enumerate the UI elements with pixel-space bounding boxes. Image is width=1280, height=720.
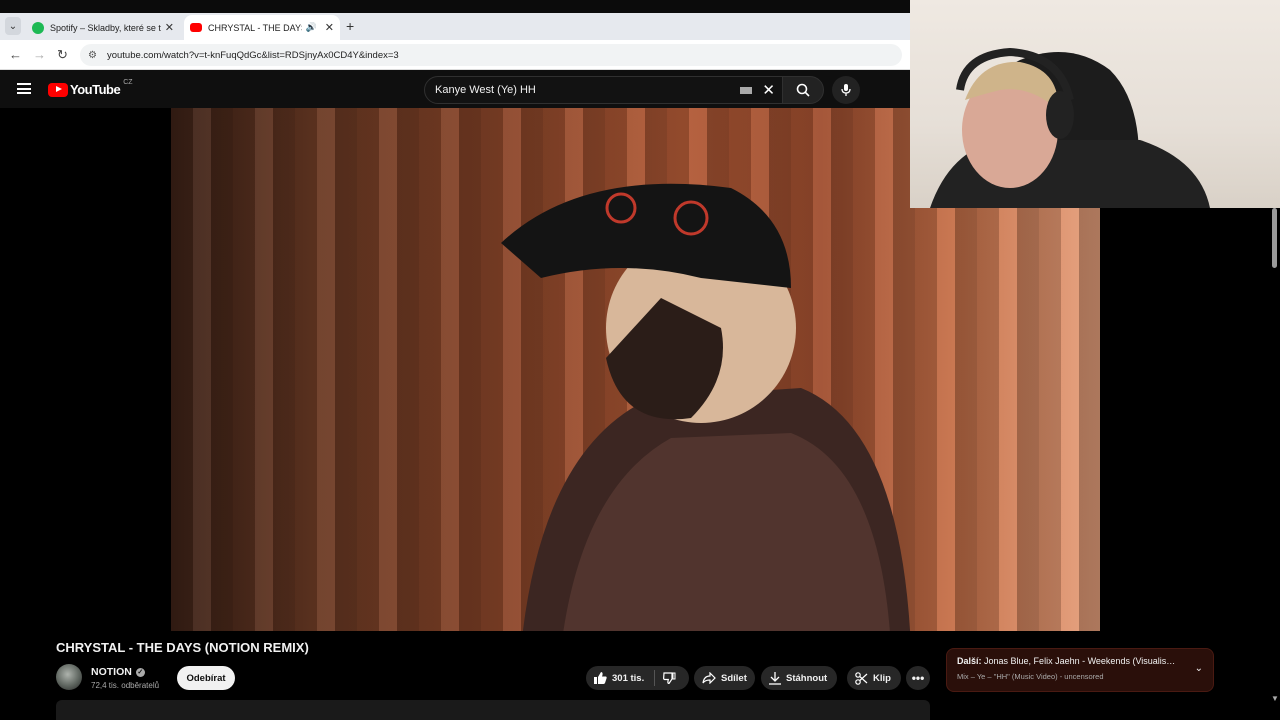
country-code: CZ — [123, 79, 133, 86]
youtube-icon — [190, 23, 202, 32]
chevron-down-icon: ⌄ — [8, 20, 18, 32]
more-icon: ••• — [911, 671, 925, 685]
menu-icon[interactable] — [17, 83, 31, 94]
tab-search-button[interactable]: ⌄ — [5, 17, 21, 35]
share-label: Sdílet — [721, 672, 747, 684]
subscribe-button[interactable]: Odebírat — [177, 666, 235, 690]
keyboard-icon[interactable] — [740, 86, 753, 94]
like-button[interactable]: 301 tis. — [586, 670, 656, 686]
site-info-icon[interactable]: ⚙ — [88, 50, 97, 61]
channel-name[interactable]: NOTION — [91, 666, 132, 678]
thumbs-down-icon — [663, 672, 676, 684]
scrollbar-thumb[interactable] — [1272, 208, 1277, 268]
subscriber-count: 72,4 tis. odběratelů — [91, 681, 160, 690]
up-next-panel[interactable]: Další: Jonas Blue, Felix Jaehn - Weekend… — [946, 648, 1214, 692]
clip-label: Klip — [873, 672, 891, 684]
new-tab-button[interactable]: + — [346, 18, 354, 34]
more-actions-button[interactable]: ••• — [906, 666, 930, 690]
reload-icon[interactable]: ↻ — [57, 47, 68, 63]
tab-spotify[interactable]: Spotify – Skladby, které se ti líbí ✕ — [26, 15, 180, 40]
tab-title: CHRYSTAL - THE DAYS (NOTION REMIX) — [208, 22, 302, 33]
clip-button[interactable]: Klip — [847, 666, 901, 690]
logo-text: YouTube — [70, 82, 121, 97]
download-icon — [769, 671, 781, 685]
search-button[interactable] — [782, 76, 824, 104]
forward-arrow-icon[interactable]: → — [33, 47, 46, 62]
share-arrow-icon — [702, 672, 716, 684]
close-icon[interactable]: ✕ — [165, 21, 174, 34]
thumbs-up-icon — [594, 672, 607, 684]
webcam-overlay — [910, 0, 1280, 208]
description-box-edge[interactable] — [56, 700, 930, 720]
verified-check-icon: ✓ — [135, 667, 145, 677]
up-next-prefix: Další: — [957, 656, 982, 666]
spotify-icon — [32, 21, 44, 34]
chevron-down-icon[interactable]: ⌄ — [1195, 663, 1203, 674]
os-top-strip — [0, 0, 910, 13]
url-field[interactable]: ⚙ youtube.com/watch?v=t-knFuqQdGc&list=R… — [80, 44, 902, 66]
like-dislike-group: 301 tis. — [586, 666, 689, 690]
microphone-icon — [841, 84, 851, 96]
up-next-line: Další: Jonas Blue, Felix Jaehn - Weekend… — [957, 656, 1179, 666]
youtube-play-icon — [48, 82, 68, 97]
voice-search-button[interactable] — [832, 76, 860, 104]
close-icon[interactable]: ✕ — [325, 21, 334, 34]
tab-title: Spotify – Skladby, které se ti líbí — [50, 22, 161, 33]
channel-name-row[interactable]: NOTION ✓ — [91, 666, 145, 678]
video-title: CHRYSTAL - THE DAYS (NOTION REMIX) — [56, 640, 309, 655]
url-text: youtube.com/watch?v=t-knFuqQdGc&list=RDS… — [106, 49, 399, 61]
dislike-button[interactable] — [655, 672, 676, 684]
search-input[interactable]: Kanye West (Ye) HH ✕ — [424, 76, 784, 104]
youtube-logo[interactable]: YouTube CZ — [48, 79, 133, 97]
tab-youtube[interactable]: CHRYSTAL - THE DAYS (NOTION REMIX) 🔊 ✕ — [184, 15, 340, 40]
scissors-icon — [855, 671, 868, 685]
search-query: Kanye West (Ye) HH — [435, 84, 536, 96]
download-label: Stáhnout — [786, 672, 828, 684]
webcam-person — [930, 47, 1210, 208]
like-count: 301 tis. — [612, 672, 645, 684]
up-next-title: Jonas Blue, Felix Jaehn - Weekends (Visu… — [984, 656, 1176, 666]
scroll-down-icon[interactable]: ▼ — [1271, 694, 1279, 703]
download-button[interactable]: Stáhnout — [761, 666, 837, 690]
channel-avatar[interactable] — [56, 664, 82, 690]
video-frame-person — [501, 183, 911, 631]
search-icon — [796, 83, 810, 97]
clear-search-icon[interactable]: ✕ — [762, 81, 775, 99]
page-scrollbar[interactable] — [1270, 208, 1280, 720]
share-button[interactable]: Sdílet — [694, 666, 755, 690]
up-next-subtitle: Mix – Ye – "HH" (Music Video) - uncensor… — [957, 672, 1104, 681]
back-arrow-icon[interactable]: ← — [9, 47, 22, 62]
speaker-icon[interactable]: 🔊 — [306, 22, 317, 33]
